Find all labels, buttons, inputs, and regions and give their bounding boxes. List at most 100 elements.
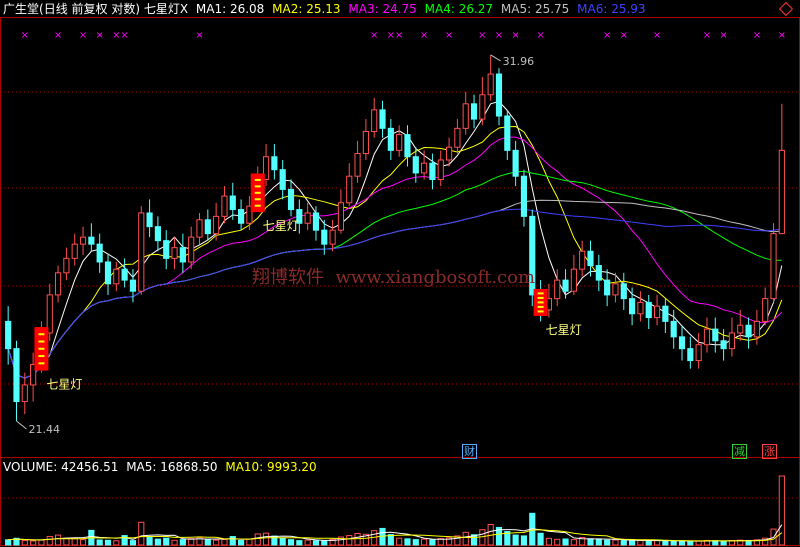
signal-dot [254,198,261,201]
volume-ma5: MA5: 16868.50 [126,460,218,474]
volume-bar [412,539,419,546]
top-marker: × [719,30,727,41]
candle-body [554,279,561,300]
volume-bar [687,540,694,546]
high-price-pointer [490,54,501,62]
volume-value: VOLUME: 42456.51 [3,460,119,474]
top-marker: × [478,30,486,41]
candle-body [562,279,569,292]
signal-dot [254,178,261,181]
top-marker: × [195,30,203,41]
volume-bar [670,540,677,546]
candle-body [362,130,369,155]
candle-body [454,127,461,148]
volume-bar [662,540,669,546]
candle-body [154,226,161,242]
period-info: (日线 前复权 对数) [39,2,141,16]
volume-bar [179,539,186,546]
candle-body [337,202,345,231]
candle-body [412,156,419,174]
volume-bar [46,536,53,546]
candle-body [595,265,602,281]
candle-body [495,73,503,117]
top-marker: × [536,30,544,41]
top-marker: × [120,30,128,41]
candle-body [695,344,702,362]
indicator-name[interactable]: 七星灯X [144,2,188,16]
high-price-label: 31.96 [503,55,535,68]
volume-bar [79,539,87,546]
candle-body [396,134,403,151]
volume-bar [163,537,170,546]
volume-bar [30,540,37,546]
candle-body [604,279,611,296]
candle-body [653,305,661,319]
candle-body [196,219,203,238]
volume-panel-header: VOLUME: 42456.51 MA5: 16868.50 MA10: 999… [3,459,317,475]
volume-bar [421,538,428,546]
low-price-pointer [16,420,27,430]
top-marker: × [387,30,395,41]
candle-body [113,268,120,285]
volume-ma10: MA10: 9993.20 [225,460,317,474]
candle-body [728,332,736,350]
volume-bar [629,540,636,546]
signal-dot [537,305,544,308]
candle-body [770,233,777,300]
candle-body [745,324,752,338]
candle-body [88,236,95,245]
candle-body [512,149,519,177]
low-price-label: 21.44 [28,423,59,436]
top-marker: × [753,30,761,41]
volume-bar [612,539,619,546]
candle-body [379,109,386,129]
candle-body [587,250,594,267]
signal-dot [537,296,544,299]
rise-badge[interactable]: 涨 [762,444,777,459]
candle-body [329,229,336,245]
ma6-value: MA6: 25.93 [577,2,646,16]
top-marker: × [703,30,711,41]
volume-bar [312,540,320,546]
top-marker: × [495,30,503,41]
candle-body [79,236,87,245]
signal-dot [254,191,261,194]
volume-bar [38,539,45,546]
candle-body [346,175,353,204]
candle-body [179,247,186,263]
top-marker: × [112,30,120,41]
volume-bar [520,535,528,546]
candle-body [487,73,494,96]
ma2-line [7,125,783,379]
volume-bar [246,538,253,546]
ma3-value: MA3: 24.75 [348,2,417,16]
volume-bar [720,540,727,546]
candle-body [204,219,211,235]
candle-body [429,162,436,180]
volume-bar [104,539,112,546]
candle-body [579,250,586,270]
top-marker: × [778,30,786,41]
candle-body [421,162,428,174]
candle-body [678,336,686,350]
volume-bar [387,534,394,546]
candle-body [753,320,760,338]
candle-body [620,283,627,300]
top-marker: × [95,30,103,41]
candle-body [570,268,577,292]
volume-bar [620,540,627,546]
volume-bar [138,521,145,546]
top-marker: × [370,30,378,41]
finance-badge[interactable]: 财 [462,444,477,459]
volume-bar [154,538,161,546]
volume-bar [570,539,577,546]
signal-label: 七星灯 [46,378,82,392]
volume-bar [321,540,328,546]
candle-body [279,169,286,190]
top-marker: × [21,30,29,41]
reduce-badge[interactable]: 减 [732,444,747,459]
signal-dot [38,333,45,336]
volume-bar [96,539,103,546]
volume-bar [171,539,178,546]
volume-bar [429,539,436,546]
